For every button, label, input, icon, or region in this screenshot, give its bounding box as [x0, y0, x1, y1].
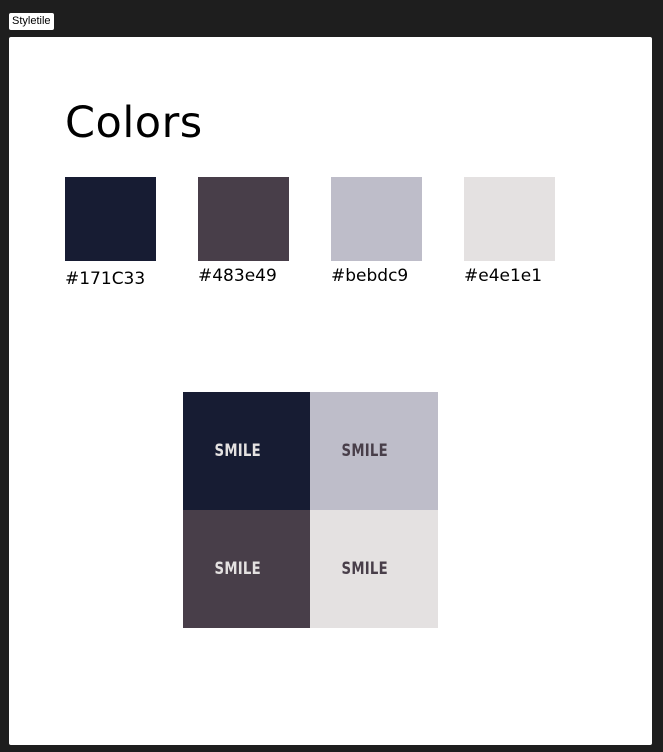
swatch-label-plum: #483e49 [198, 266, 277, 286]
sample-tile-text: SMILE [214, 441, 261, 461]
sample-tile-plum: SMILE [183, 510, 310, 628]
styletile-frame: Colors #171C33 #483e49 #bebdc9 #e4e1e1 S… [9, 37, 652, 745]
color-swatch-light-gray [464, 177, 555, 261]
swatch-label-navy: #171C33 [65, 269, 146, 289]
swatch-label-light-gray: #e4e1e1 [464, 266, 543, 286]
color-swatch-lavender [331, 177, 422, 261]
sample-tile-light-gray: SMILE [310, 510, 438, 628]
sample-tile-text: SMILE [341, 559, 389, 579]
sample-tile-text: SMILE [214, 559, 261, 579]
page-title: Colors [65, 98, 203, 148]
sample-tile-navy: SMILE [183, 392, 310, 510]
sample-tile-lavender: SMILE [310, 392, 438, 510]
swatch-label-lavender: #bebdc9 [331, 266, 409, 286]
color-swatch-plum [198, 177, 289, 261]
color-swatch-navy [65, 177, 156, 261]
sample-tile-text: SMILE [341, 441, 389, 461]
styletile-tab-label[interactable]: Styletile [9, 13, 54, 30]
